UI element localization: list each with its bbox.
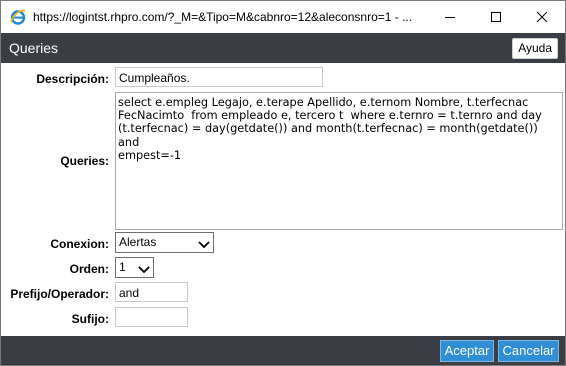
queries-label: Queries: xyxy=(60,154,109,168)
form-area: Descripción: Cumpleaños. Queries: select… xyxy=(1,63,565,336)
queries-textarea[interactable]: select e.empleg Legajo, e.terape Apellid… xyxy=(115,92,563,230)
help-button[interactable]: Ayuda xyxy=(512,38,558,59)
dialog-footer: Aceptar Cancelar xyxy=(1,336,565,365)
maximize-icon xyxy=(491,12,501,22)
sufijo-label: Sufijo: xyxy=(71,312,109,326)
sufijo-input[interactable] xyxy=(115,307,188,327)
popup-window: https://logintst.rhpro.com/?_M=&Tipo=M&c… xyxy=(0,0,566,366)
close-icon xyxy=(536,11,548,23)
cancel-button[interactable]: Cancelar xyxy=(498,340,559,362)
orden-label: Orden: xyxy=(69,262,109,276)
orden-value: 1 xyxy=(119,260,126,274)
orden-select[interactable]: 1 xyxy=(115,257,154,278)
conexion-label: Conexion: xyxy=(50,237,109,251)
prefijo-label: Prefijo/Operador: xyxy=(10,287,109,301)
conexion-select[interactable]: Alertas xyxy=(115,232,214,253)
window-titlebar[interactable]: https://logintst.rhpro.com/?_M=&Tipo=M&c… xyxy=(1,1,565,33)
descripcion-input[interactable]: Cumpleaños. xyxy=(115,67,323,87)
conexion-value: Alertas xyxy=(119,235,157,249)
accept-button[interactable]: Aceptar xyxy=(440,340,494,362)
window-title: https://logintst.rhpro.com/?_M=&Tipo=M&c… xyxy=(33,10,413,24)
maximize-button[interactable] xyxy=(473,1,519,33)
close-button[interactable] xyxy=(519,1,565,33)
descripcion-label: Descripción: xyxy=(36,72,109,86)
dialog-title: Queries xyxy=(9,40,59,56)
minimize-button[interactable] xyxy=(427,1,473,33)
ie-icon xyxy=(9,8,27,26)
dialog-header: Queries Ayuda xyxy=(1,33,565,63)
chevron-down-icon xyxy=(198,238,210,252)
minimize-icon xyxy=(445,17,455,18)
chevron-down-icon xyxy=(138,263,150,277)
prefijo-input[interactable]: and xyxy=(115,282,188,302)
